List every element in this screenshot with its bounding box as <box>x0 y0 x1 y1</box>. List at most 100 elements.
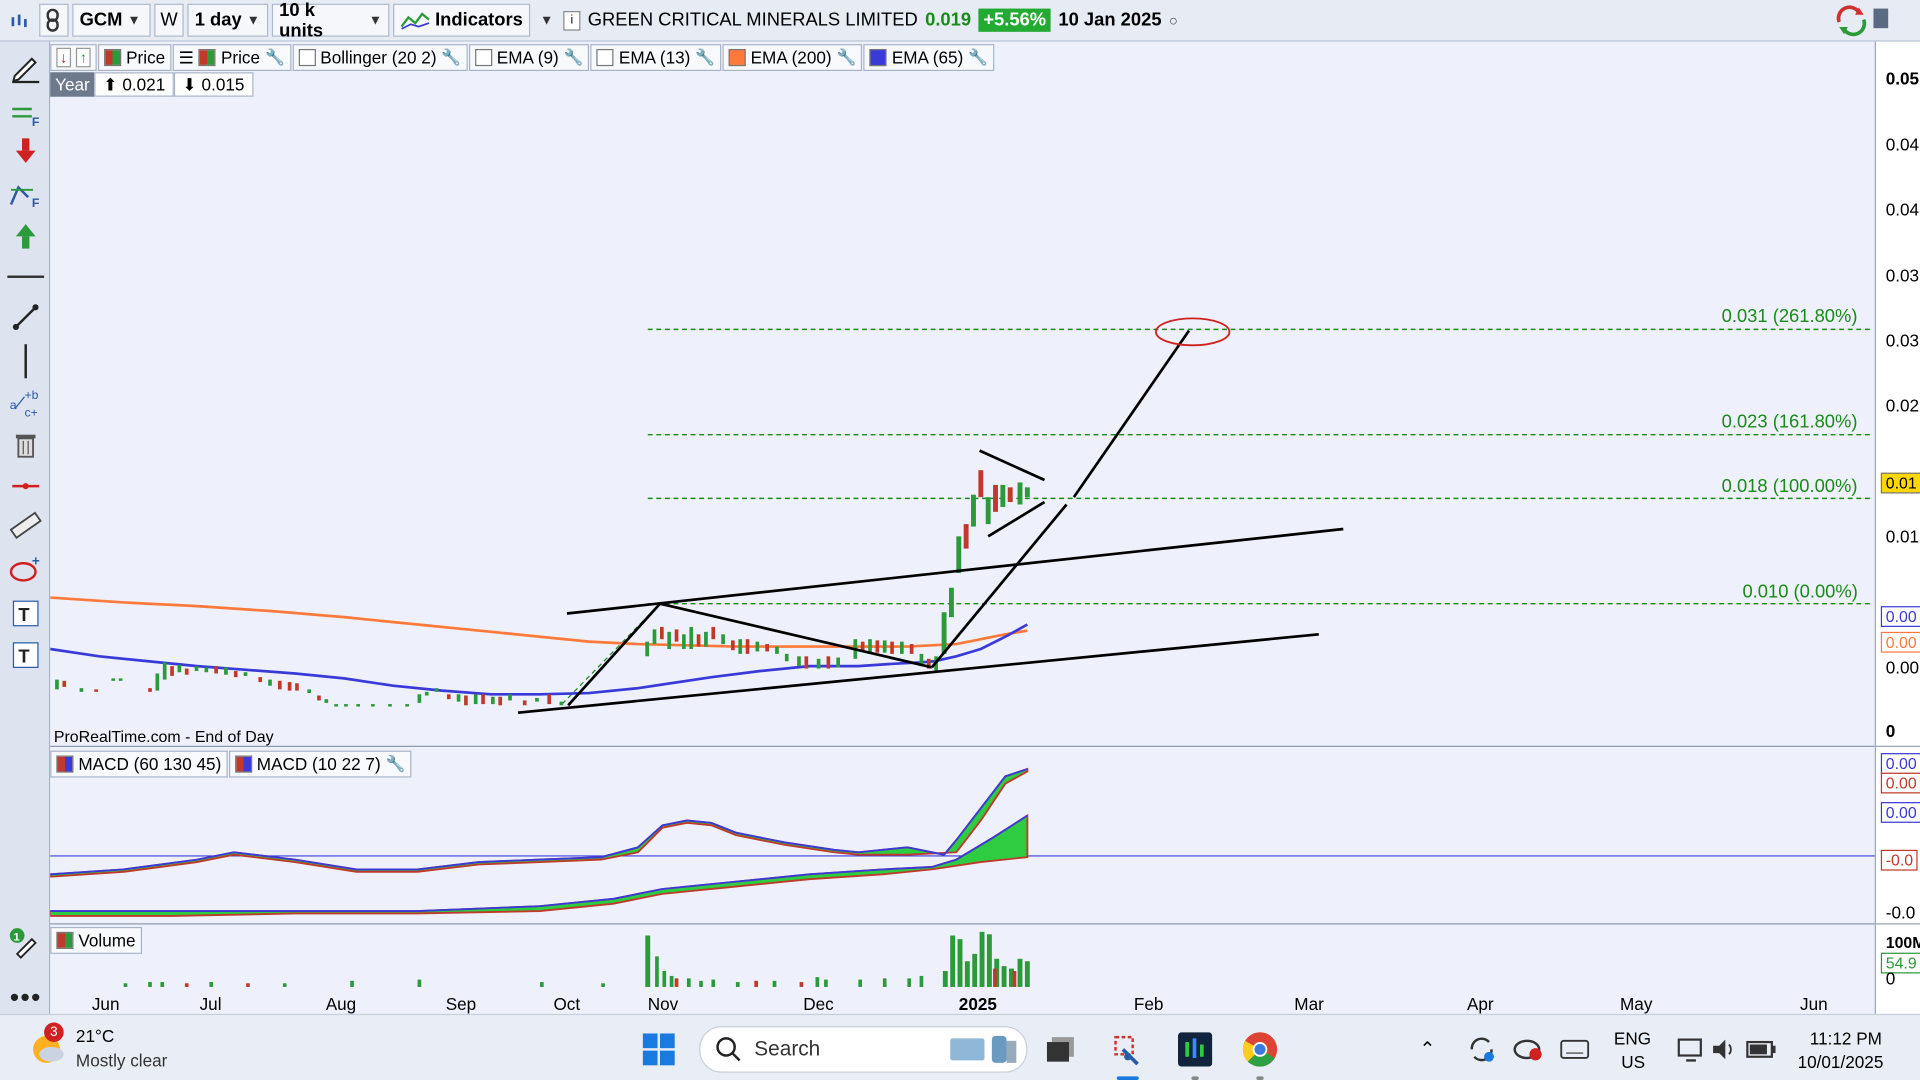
chevron-down-icon[interactable]: ▼ <box>534 4 558 37</box>
macd-axis-tag: 0.00 <box>1880 802 1920 823</box>
ellipse-tool-icon[interactable]: + <box>7 551 44 588</box>
language-secondary[interactable]: US <box>1621 1052 1645 1072</box>
wrench-icon[interactable]: 🔧 <box>695 48 715 68</box>
scroll-icon[interactable] <box>1873 8 1889 29</box>
legend-label: EMA (200) <box>750 47 832 68</box>
year-range: Year ⬆ 0.021 ⬇ 0.015 <box>50 72 254 97</box>
legend-item-volume[interactable]: Volume <box>50 926 142 954</box>
link-icon[interactable] <box>39 3 69 37</box>
svg-text:a: a <box>10 398 17 412</box>
task-view-icon[interactable] <box>1041 1030 1080 1069</box>
refresh-icon[interactable] <box>1834 5 1868 37</box>
horizontal-line-icon[interactable] <box>7 468 44 505</box>
chart-type-icon[interactable] <box>4 4 36 37</box>
price-swatch-icon <box>104 48 122 67</box>
target-ellipse[interactable] <box>1155 317 1231 347</box>
buy-arrow-icon[interactable] <box>7 218 44 255</box>
ema-200-line <box>50 596 1028 648</box>
wrench-icon[interactable]: 🔧 <box>441 48 461 68</box>
axis-label: 0.02 <box>1885 395 1920 416</box>
drawn-trendlines[interactable] <box>517 329 1344 714</box>
price-axis[interactable]: 0.05 0.04 0.04 0.03 0.03 0.02 0.01 0.01 … <box>1874 41 1920 1014</box>
legend-arrows[interactable]: ↓ ↑ <box>50 44 97 72</box>
legend-item-ema13[interactable]: EMA (13) 🔧 <box>590 44 722 72</box>
wrench-icon[interactable]: 🔧 <box>564 48 584 68</box>
period-button[interactable]: W <box>154 3 184 37</box>
units-selector[interactable]: 10 k units ▼ <box>271 0 390 41</box>
year-high-value: 0.021 <box>122 74 166 95</box>
legend-item-ema9[interactable]: EMA (9) 🔧 <box>468 44 590 72</box>
axis-label: 0.01 <box>1885 526 1920 547</box>
data-source: ProRealTime.com - End of Day <box>53 727 274 746</box>
temperature[interactable]: 21°C <box>76 1026 114 1046</box>
fibonacci-tool-icon[interactable]: F <box>7 176 44 213</box>
checkbox-icon[interactable] <box>596 48 615 67</box>
fib-label-261: 0.031 (261.80%) <box>1721 306 1858 327</box>
legend-label: EMA (13) <box>618 47 691 68</box>
weather-text[interactable]: Mostly clear <box>76 1051 167 1071</box>
change-badge: +5.56% <box>978 8 1052 32</box>
chrome-icon[interactable] <box>1240 1030 1279 1069</box>
legend-item-price-2[interactable]: ☰ Price 🔧 <box>172 44 291 72</box>
timeframe-selector[interactable]: 1 day ▼ <box>187 3 269 37</box>
up-arrow-icon[interactable]: ↑ <box>75 47 91 68</box>
horizontal-line-f-icon[interactable]: F <box>7 96 44 133</box>
keyboard-icon[interactable] <box>1555 1030 1594 1069</box>
vertical-line-icon[interactable] <box>7 343 44 380</box>
checkbox-icon[interactable] <box>474 48 492 67</box>
pencil-icon[interactable] <box>7 49 44 86</box>
trendline-icon[interactable] <box>7 299 44 336</box>
wrench-icon[interactable]: 🔧 <box>265 48 285 68</box>
cloud-error-icon[interactable] <box>1509 1030 1548 1069</box>
weather-icon[interactable]: 3 <box>27 1022 66 1066</box>
sync-icon[interactable] <box>1462 1030 1501 1069</box>
start-icon[interactable] <box>639 1030 678 1069</box>
battery-icon[interactable] <box>1741 1030 1780 1069</box>
snipping-tool-icon[interactable] <box>1108 1030 1147 1069</box>
legend-item-ema200[interactable]: EMA (200) 🔧 <box>722 44 863 72</box>
legend-item-macd-1[interactable]: MACD (60 130 45) <box>50 750 228 778</box>
indicators-button[interactable]: Indicators <box>393 3 531 37</box>
checkbox-icon[interactable] <box>298 48 316 67</box>
alerts-icon[interactable]: 1 <box>7 926 44 963</box>
fib-label-161: 0.023 (161.80%) <box>1721 411 1858 433</box>
year-low-value: 0.015 <box>201 74 245 95</box>
company-name: GREEN CRITICAL MINERALS LIMITED <box>587 9 918 31</box>
volume-svg <box>123 931 1030 987</box>
ema65-tag: 0.00 <box>1880 606 1920 627</box>
chevron-down-icon: ▼ <box>368 12 383 28</box>
timeframe-text: 1 day <box>194 9 242 31</box>
text-tool-icon[interactable]: T <box>7 595 44 632</box>
month-label: Jun <box>1800 994 1828 1014</box>
trash-icon[interactable] <box>7 426 44 463</box>
volume-icon[interactable] <box>1705 1030 1744 1069</box>
symbol-selector[interactable]: GCM ▼ <box>72 3 151 37</box>
axis-divider <box>1875 745 1920 747</box>
prorealtime-icon[interactable] <box>1176 1030 1215 1069</box>
chevron-up-icon[interactable]: ⌃ <box>1419 1037 1435 1061</box>
clock-date[interactable]: 10/01/2025 <box>1798 1052 1884 1072</box>
axis-label: 0.05 <box>1885 68 1920 89</box>
time-axis[interactable]: Jun Jul Aug Sep Oct Nov Dec 2025 Feb Mar… <box>50 992 1875 1014</box>
wrench-icon[interactable]: 🔧 <box>386 754 406 774</box>
legend-item-ema65[interactable]: EMA (65) 🔧 <box>863 44 995 72</box>
sell-arrow-icon[interactable] <box>7 132 44 169</box>
info-icon[interactable]: i <box>563 10 581 31</box>
legend-item-bollinger[interactable]: Bollinger (20 2) 🔧 <box>292 44 468 72</box>
ruler-icon[interactable] <box>7 507 44 544</box>
wrench-icon[interactable]: 🔧 <box>837 48 857 68</box>
taskbar-search[interactable]: Search <box>699 1026 1028 1073</box>
chevron-down-icon: ▼ <box>246 12 260 28</box>
legend-label: Price <box>126 47 166 68</box>
down-arrow-icon[interactable]: ↓ <box>56 47 72 68</box>
language-primary[interactable]: ENG <box>1614 1029 1651 1049</box>
more-options-icon[interactable]: ••• <box>7 980 44 1017</box>
wrench-icon[interactable]: 🔧 <box>968 48 988 68</box>
top-toolbar: GCM ▼ W 1 day ▼ 10 k units ▼ Indicators … <box>0 0 1920 42</box>
text-abc-icon[interactable]: a +b c+ <box>7 384 44 421</box>
legend-item-macd-2[interactable]: MACD (10 22 7) 🔧 <box>228 750 412 778</box>
legend-item-price[interactable]: Price <box>97 44 172 72</box>
clock-time[interactable]: 11:12 PM <box>1810 1029 1882 1049</box>
text-box-tool-icon[interactable]: T <box>7 637 44 674</box>
macd-axis-tag: -0.0 <box>1880 849 1919 871</box>
